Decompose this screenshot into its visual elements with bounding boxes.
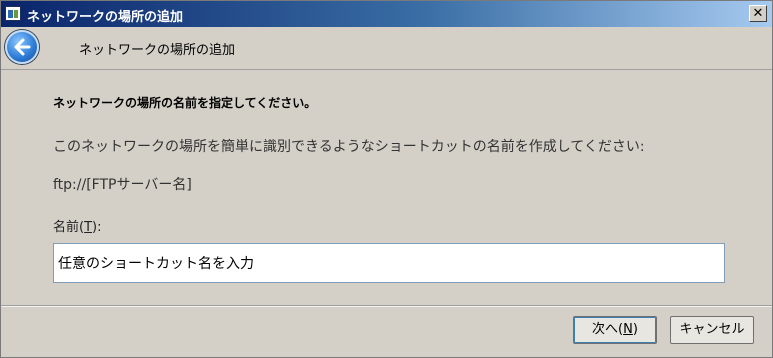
close-icon: ✕	[752, 6, 764, 21]
next-label-prefix: 次へ(	[592, 322, 624, 337]
title-bar: ネットワークの場所の追加 ✕	[1, 1, 772, 27]
name-label-prefix: 名前(	[53, 220, 85, 235]
wizard-header: ネットワークの場所の追加	[1, 27, 772, 70]
next-label-suffix: )	[632, 322, 638, 337]
name-label-accelerator: T	[84, 220, 93, 235]
instruction-text: このネットワークの場所を簡単に識別できるようなショートカットの名前を作成してくだ…	[53, 139, 645, 155]
next-label-accelerator: N	[623, 322, 633, 337]
shortcut-name-input[interactable]	[53, 243, 725, 283]
network-window-icon	[5, 6, 21, 21]
back-arrow-icon	[14, 38, 31, 56]
wizard-content: ネットワークの場所の名前を指定してください。 このネットワークの場所を簡単に識別…	[1, 70, 772, 305]
name-label: 名前(T):	[53, 216, 101, 235]
close-button[interactable]: ✕	[749, 5, 767, 22]
footer-divider-highlight	[1, 306, 772, 307]
window-title: ネットワークの場所の追加	[27, 10, 184, 25]
ftp-example-text: ftp://[FTPサーバー名]	[53, 177, 192, 193]
back-button[interactable]	[5, 30, 39, 64]
wizard-title: ネットワークの場所の追加	[79, 43, 236, 58]
name-label-suffix: ):	[92, 220, 102, 235]
cancel-button[interactable]: キャンセル	[670, 316, 754, 344]
add-network-location-dialog: ネットワークの場所の追加 ✕ ネットワークの場所の追加 ネットワークの場所の名前…	[0, 0, 773, 358]
page-heading: ネットワークの場所の名前を指定してください。	[53, 96, 317, 110]
next-button[interactable]: 次へ(N)	[573, 316, 657, 344]
